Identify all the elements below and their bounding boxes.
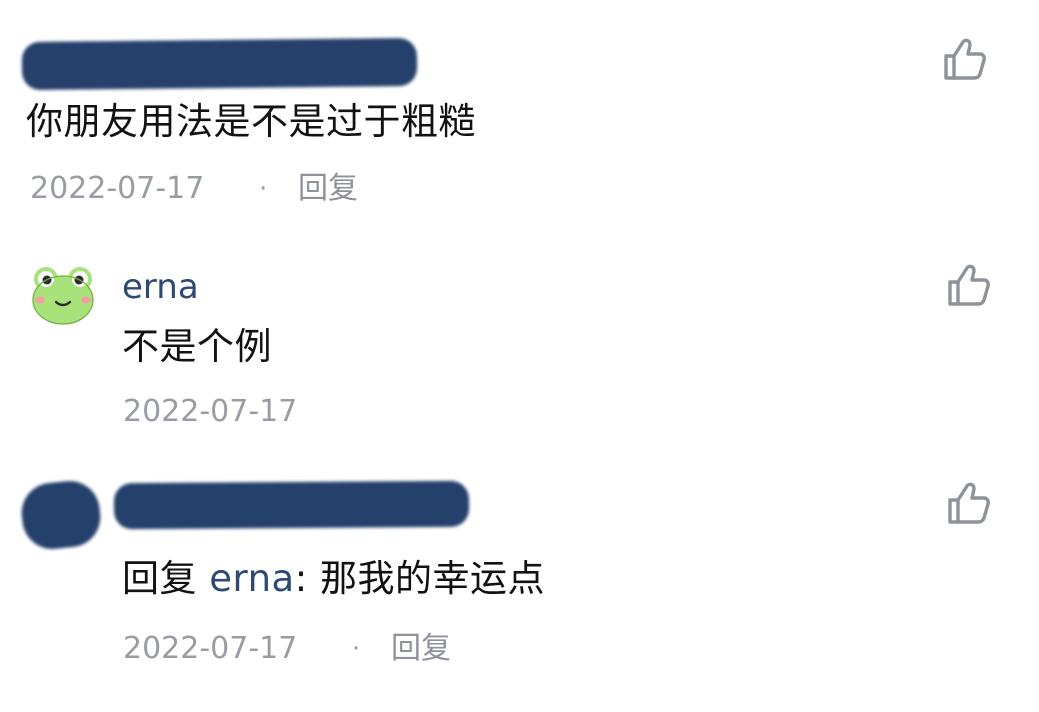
comment-text: 不是个例 xyxy=(122,325,272,368)
mention-link[interactable]: erna xyxy=(209,557,294,600)
comment-body: : 那我的幸运点 xyxy=(294,557,545,600)
meta-separator: · xyxy=(352,634,361,664)
redacted-avatar xyxy=(18,478,104,552)
thumbs-up-icon[interactable] xyxy=(946,262,992,308)
comment-date: 2022-07-17 xyxy=(123,394,298,429)
thumbs-up-icon[interactable] xyxy=(942,36,988,82)
reply-prefix: 回复 xyxy=(122,557,197,600)
comment-text: 你朋友用法是不是过于粗糙 xyxy=(26,100,476,143)
redacted-username xyxy=(113,480,470,530)
comment-date: 2022-07-17 xyxy=(123,631,298,666)
comment-text: 回复 erna: 那我的幸运点 xyxy=(122,560,545,597)
thumbs-up-icon[interactable] xyxy=(946,480,992,526)
comment-date: 2022-07-17 xyxy=(30,171,205,206)
frog-avatar[interactable] xyxy=(30,262,96,328)
reply-button[interactable]: 回复 xyxy=(391,634,451,664)
reply-button[interactable]: 回复 xyxy=(298,174,358,204)
username[interactable]: erna xyxy=(122,270,199,304)
meta-separator: · xyxy=(259,174,268,204)
redacted-username xyxy=(21,37,418,91)
